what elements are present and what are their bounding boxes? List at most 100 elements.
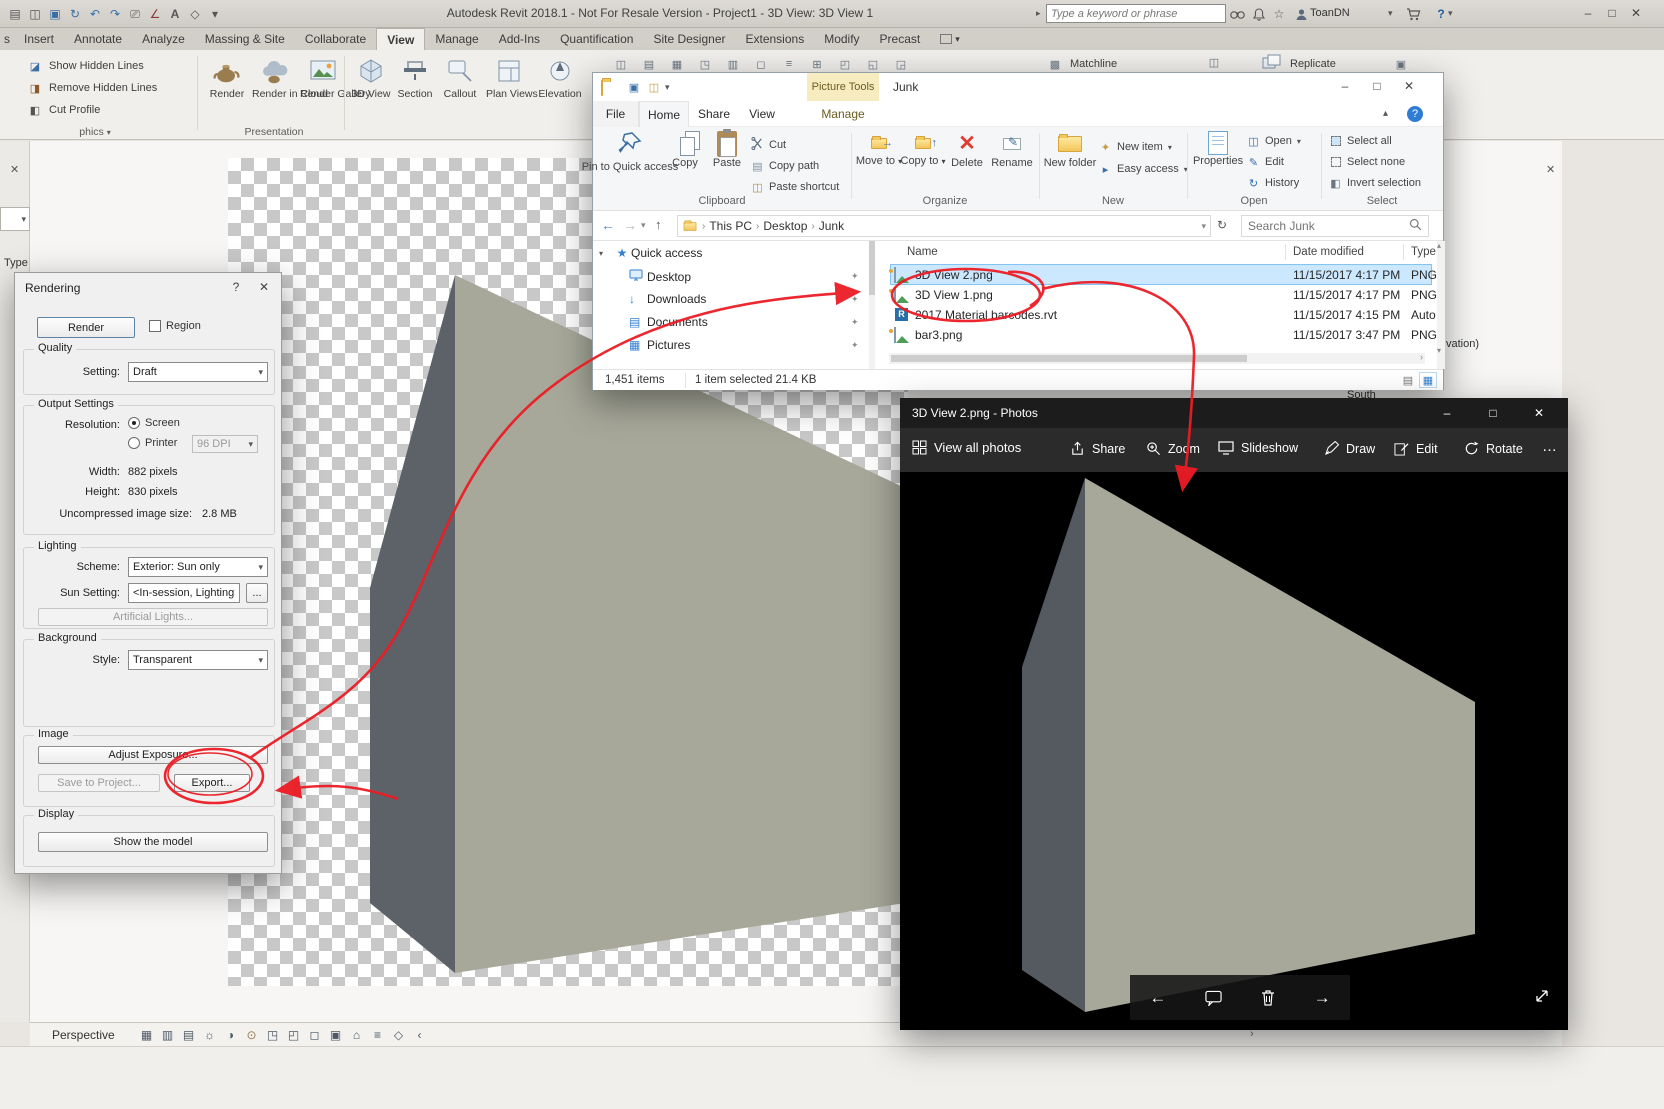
render-dialog-icon[interactable]: ⊙: [243, 1026, 260, 1043]
nav-forward-icon[interactable]: →: [623, 217, 637, 233]
tab-quantification[interactable]: Quantification: [550, 28, 643, 50]
open-icon[interactable]: ◫: [26, 5, 44, 23]
copy-path-button[interactable]: ▤ Copy path: [751, 158, 819, 174]
nav-up-icon[interactable]: ↑: [655, 217, 662, 232]
nav-back-icon[interactable]: ←: [601, 217, 615, 233]
delete-photo-icon[interactable]: [1261, 990, 1275, 1006]
signed-in-user[interactable]: ToanDN: [1310, 7, 1350, 19]
perspective-label[interactable]: Perspective: [52, 1028, 115, 1042]
nav-history-caret-icon[interactable]: ▾: [641, 220, 646, 231]
search-box[interactable]: [1241, 215, 1429, 237]
qat-customize-caret-icon[interactable]: ▾: [206, 5, 224, 23]
region-checkbox[interactable]: Region: [149, 320, 201, 332]
details-view-icon[interactable]: ▤: [1399, 372, 1417, 388]
history-button[interactable]: ↻ History: [1247, 175, 1299, 191]
presentation-panel-label[interactable]: Presentation: [204, 126, 344, 138]
cut-button[interactable]: Cut: [751, 137, 786, 153]
new-folder-button[interactable]: New folder: [1045, 131, 1095, 170]
revisions-icon[interactable]: ≡: [780, 56, 798, 72]
explorer-qat-caret-icon[interactable]: ▾: [665, 82, 670, 93]
matchline-grid-icon[interactable]: ▩: [1046, 56, 1064, 72]
fullscreen-icon[interactable]: [1534, 988, 1550, 1004]
visual-style-icon[interactable]: ▤: [180, 1026, 197, 1043]
explorer-maximize-button[interactable]: □: [1361, 76, 1393, 96]
rendering-close-button[interactable]: ✕: [253, 277, 275, 297]
explorer-search-input[interactable]: [1248, 219, 1398, 233]
insert-view-icon[interactable]: ◱: [864, 56, 882, 72]
refresh-icon[interactable]: ↻: [1217, 218, 1227, 232]
tab-analyze[interactable]: Analyze: [132, 28, 195, 50]
3d-view-button[interactable]: 3D View: [350, 54, 392, 100]
address-bar[interactable]: › This PC › Desktop › Junk ▾: [677, 215, 1211, 237]
breadcrumb-this-pc[interactable]: This PC: [709, 219, 752, 233]
more-options-icon[interactable]: …: [1542, 438, 1558, 455]
reveal-hidden-icon[interactable]: ⌂: [348, 1026, 365, 1043]
paste-shortcut-button[interactable]: ◫ Paste shortcut: [751, 179, 839, 195]
photos-minimize-button[interactable]: –: [1424, 403, 1470, 423]
nav-pictures[interactable]: ▦ Pictures ✦: [629, 338, 690, 352]
print-icon[interactable]: ⎚: [126, 5, 144, 23]
move-to-button[interactable]: → Move to ▾: [857, 131, 901, 168]
copy-to-button[interactable]: ↑ Copy to ▾: [901, 131, 945, 168]
sun-path-icon[interactable]: ☼: [201, 1026, 218, 1043]
pin-to-quick-access-button[interactable]: Pin to Quick access: [599, 131, 661, 174]
lock-view-icon[interactable]: ◻: [306, 1026, 323, 1043]
revit-maximize-button[interactable]: □: [1600, 3, 1624, 23]
file-row-selected[interactable]: 3D View 2.png 11/15/2017 4:17 PM PNG: [891, 265, 1431, 284]
file-row[interactable]: 3D View 1.png 11/15/2017 4:17 PM PNG: [891, 285, 1431, 304]
show-the-model-button[interactable]: Show the model: [38, 832, 268, 852]
explorer-tab-manage[interactable]: Manage: [807, 101, 879, 127]
open-button[interactable]: ◫ Open ▾: [1247, 133, 1301, 149]
collapse-ribbon-icon[interactable]: ▴: [1383, 108, 1388, 119]
photos-maximize-button[interactable]: □: [1470, 403, 1516, 423]
dpi-select[interactable]: 96 DPI▾: [192, 435, 258, 453]
replicate-label[interactable]: Replicate: [1290, 58, 1336, 70]
guide-grid-icon[interactable]: ⊞: [808, 56, 826, 72]
help-caret-icon[interactable]: ▾: [1448, 8, 1453, 19]
switch-windows-icon[interactable]: ▣: [1392, 56, 1410, 72]
file-row[interactable]: bar3.png 11/15/2017 3:47 PM PNG: [891, 325, 1431, 344]
breadcrumb-junk[interactable]: Junk: [819, 219, 844, 233]
lighting-scheme-select[interactable]: Exterior: Sun only▾: [128, 557, 268, 577]
draw-button[interactable]: Draw: [1324, 441, 1375, 456]
easy-access-button[interactable]: ▸ Easy access ▾: [1099, 161, 1188, 177]
sun-setting-select[interactable]: <In-session, Lighting>: [128, 583, 240, 603]
tab-collaborate[interactable]: Collaborate: [295, 28, 376, 50]
infocenter-caret-icon[interactable]: ▸: [1036, 8, 1041, 19]
user-menu-caret-icon[interactable]: ▾: [1388, 8, 1393, 19]
user-icon[interactable]: [1292, 5, 1310, 23]
explorer-tab-share[interactable]: Share: [689, 101, 739, 127]
tab-extensions[interactable]: Extensions: [736, 28, 815, 50]
redo-icon[interactable]: ↷: [106, 5, 124, 23]
background-style-select[interactable]: Transparent▾: [128, 650, 268, 670]
new-item-button[interactable]: ✦ New item ▾: [1099, 139, 1172, 155]
detail-level-icon[interactable]: ▥: [159, 1026, 176, 1043]
revit-minimize-button[interactable]: –: [1576, 3, 1600, 23]
view-close-icon[interactable]: ✕: [1546, 163, 1555, 176]
explorer-qat-newfolder-icon[interactable]: ◫: [645, 79, 663, 95]
undo-icon[interactable]: ↶: [86, 5, 104, 23]
analytical-icon[interactable]: ◇: [390, 1026, 407, 1043]
column-header-name[interactable]: Name: [907, 246, 938, 258]
tab-site-designer[interactable]: Site Designer: [643, 28, 735, 50]
paste-button[interactable]: Paste: [707, 131, 747, 170]
measure-icon[interactable]: ∠: [146, 5, 164, 23]
explorer-minimize-button[interactable]: –: [1329, 76, 1361, 96]
resolution-printer-radio[interactable]: Printer: [128, 437, 177, 449]
quality-setting-select[interactable]: Draft▾: [128, 362, 268, 382]
photo-viewport[interactable]: ← →: [900, 472, 1568, 1030]
tab-view[interactable]: View: [376, 28, 425, 50]
viewports-icon[interactable]: ◰: [836, 56, 854, 72]
column-header-type[interactable]: Type: [1411, 246, 1436, 258]
zoom-button[interactable]: Zoom: [1146, 441, 1200, 456]
tab-modify[interactable]: Modify: [814, 28, 869, 50]
tab-annotate[interactable]: Annotate: [64, 28, 132, 50]
rendering-help-button[interactable]: ?: [225, 277, 247, 297]
title-block-icon[interactable]: ◻: [752, 56, 770, 72]
properties-button[interactable]: Properties: [1193, 131, 1243, 168]
collapse-bar-icon[interactable]: ‹: [411, 1026, 428, 1043]
photos-close-button[interactable]: ✕: [1516, 403, 1562, 423]
thumbnail-view-icon[interactable]: ▦: [1419, 372, 1437, 388]
region-checkbox-box[interactable]: [149, 320, 161, 332]
delete-button[interactable]: ✕ Delete: [945, 131, 989, 170]
